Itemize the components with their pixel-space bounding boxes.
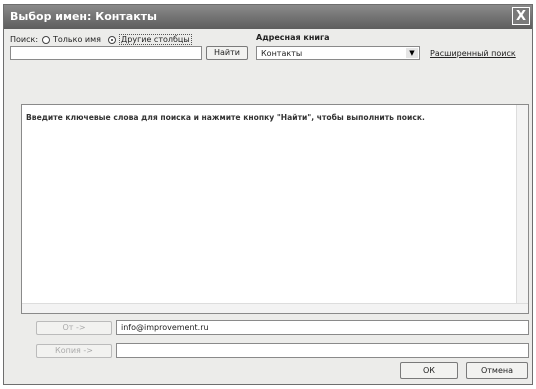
- advanced-search-link[interactable]: Расширенный поиск: [430, 49, 516, 58]
- address-book-value: Контакты: [261, 49, 303, 58]
- dialog-title: Выбор имен: Контакты: [10, 10, 157, 23]
- search-input[interactable]: [10, 46, 202, 60]
- select-names-dialog: Выбор имен: Контакты X Поиск: Только имя…: [3, 4, 533, 385]
- cc-field[interactable]: [116, 343, 529, 358]
- from-value: info@improvement.ru: [121, 323, 209, 332]
- results-hint: Введите ключевые слова для поиска и нажм…: [26, 113, 425, 122]
- from-field[interactable]: info@improvement.ru: [116, 320, 529, 335]
- cancel-button[interactable]: Отмена: [466, 362, 528, 379]
- radio-other-columns[interactable]: [108, 36, 116, 44]
- title-bar: Выбор имен: Контакты X: [4, 5, 532, 29]
- results-list[interactable]: Введите ключевые слова для поиска и нажм…: [21, 104, 529, 314]
- radio-name-only-label[interactable]: Только имя: [53, 35, 101, 44]
- horizontal-scrollbar[interactable]: [22, 303, 528, 313]
- chevron-down-icon[interactable]: ▼: [406, 48, 418, 58]
- cc-button[interactable]: Копия ->: [36, 344, 112, 358]
- vertical-scrollbar[interactable]: [516, 105, 528, 313]
- from-button[interactable]: От ->: [36, 321, 112, 335]
- address-book-label: Адресная книга: [256, 33, 330, 42]
- close-icon[interactable]: X: [512, 7, 530, 25]
- search-label: Поиск:: [10, 35, 39, 44]
- radio-other-columns-label[interactable]: Другие столбцы: [119, 34, 192, 45]
- ok-button[interactable]: ОК: [400, 362, 458, 379]
- address-book-select[interactable]: Контакты ▼: [256, 46, 420, 60]
- find-button[interactable]: Найти: [206, 46, 248, 60]
- radio-name-only[interactable]: [42, 36, 50, 44]
